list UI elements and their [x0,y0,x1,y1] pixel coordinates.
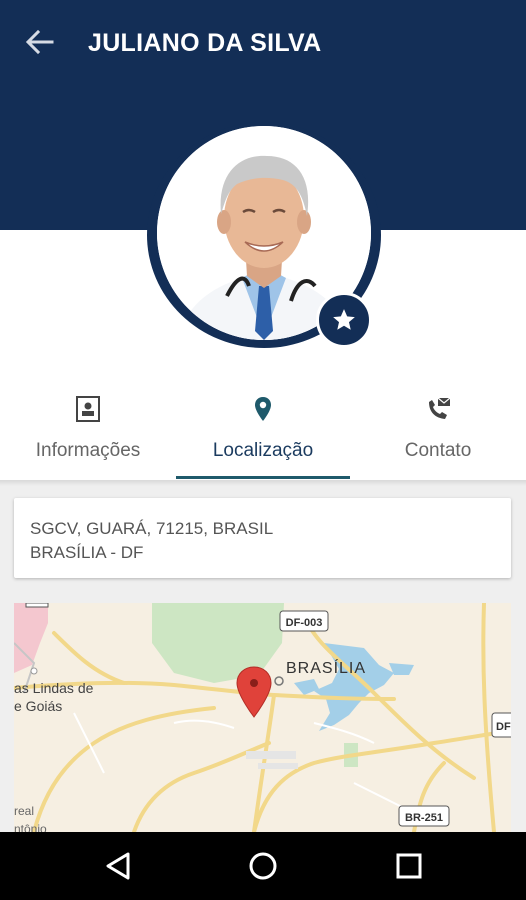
tab-contato[interactable]: Contato [350,382,526,480]
back-button[interactable] [22,26,58,58]
system-navigation-bar [0,832,526,900]
nav-home-icon [249,852,277,880]
road-shield-df: DF [491,712,511,738]
tab-informacoes-label: Informações [35,440,141,461]
map-city-label: BRASÍLIA [286,658,366,677]
map-place-label-4: ntônio [14,822,47,832]
map-place-label-2: e Goiás [14,698,62,714]
map-place-label-1: as Lindas de [14,680,94,696]
tab-contato-label: Contato [404,440,472,461]
address-line-1: SGCV, GUARÁ, 71215, BRASIL [30,519,274,538]
road-shield-br251: BR-251 [398,805,450,827]
phone-mail-icon [429,397,451,419]
tab-bar: Informações Localização Contato [0,382,526,480]
road-shield-df003: DF-003 [279,610,329,632]
star-icon [333,309,355,330]
address-line-2: BRASÍLIA - DF [30,543,144,562]
arrow-left-icon [25,29,54,55]
contact-card-icon [76,396,100,422]
map-place-label-3: real [14,804,34,818]
tab-localizacao-label: Localização [212,440,314,461]
svg-text:BR-251: BR-251 [405,812,443,824]
page-title: JULIANO DA SILVA [88,29,322,57]
nav-home-button[interactable] [241,844,285,888]
location-map[interactable]: BRASÍLIA as Lindas de e Goiás real ntôni… [14,603,511,832]
svg-text:DF-003: DF-003 [286,617,323,629]
tab-localizacao[interactable]: Localização [176,382,350,480]
nav-back-button[interactable] [96,844,140,888]
tab-bar-shadow [0,480,526,486]
nav-recents-icon [396,853,422,879]
tab-informacoes[interactable]: Informações [0,382,176,480]
nav-recents-button[interactable] [387,844,431,888]
active-tab-indicator [176,476,350,479]
location-pin-icon [255,397,271,421]
svg-text:DF: DF [496,721,511,733]
favorite-button[interactable] [316,292,372,348]
nav-back-icon [106,852,130,880]
address-card: SGCV, GUARÁ, 71215, BRASIL BRASÍLIA - DF [14,498,511,578]
map-canvas: BRASÍLIA as Lindas de e Goiás real ntôni… [14,603,511,832]
